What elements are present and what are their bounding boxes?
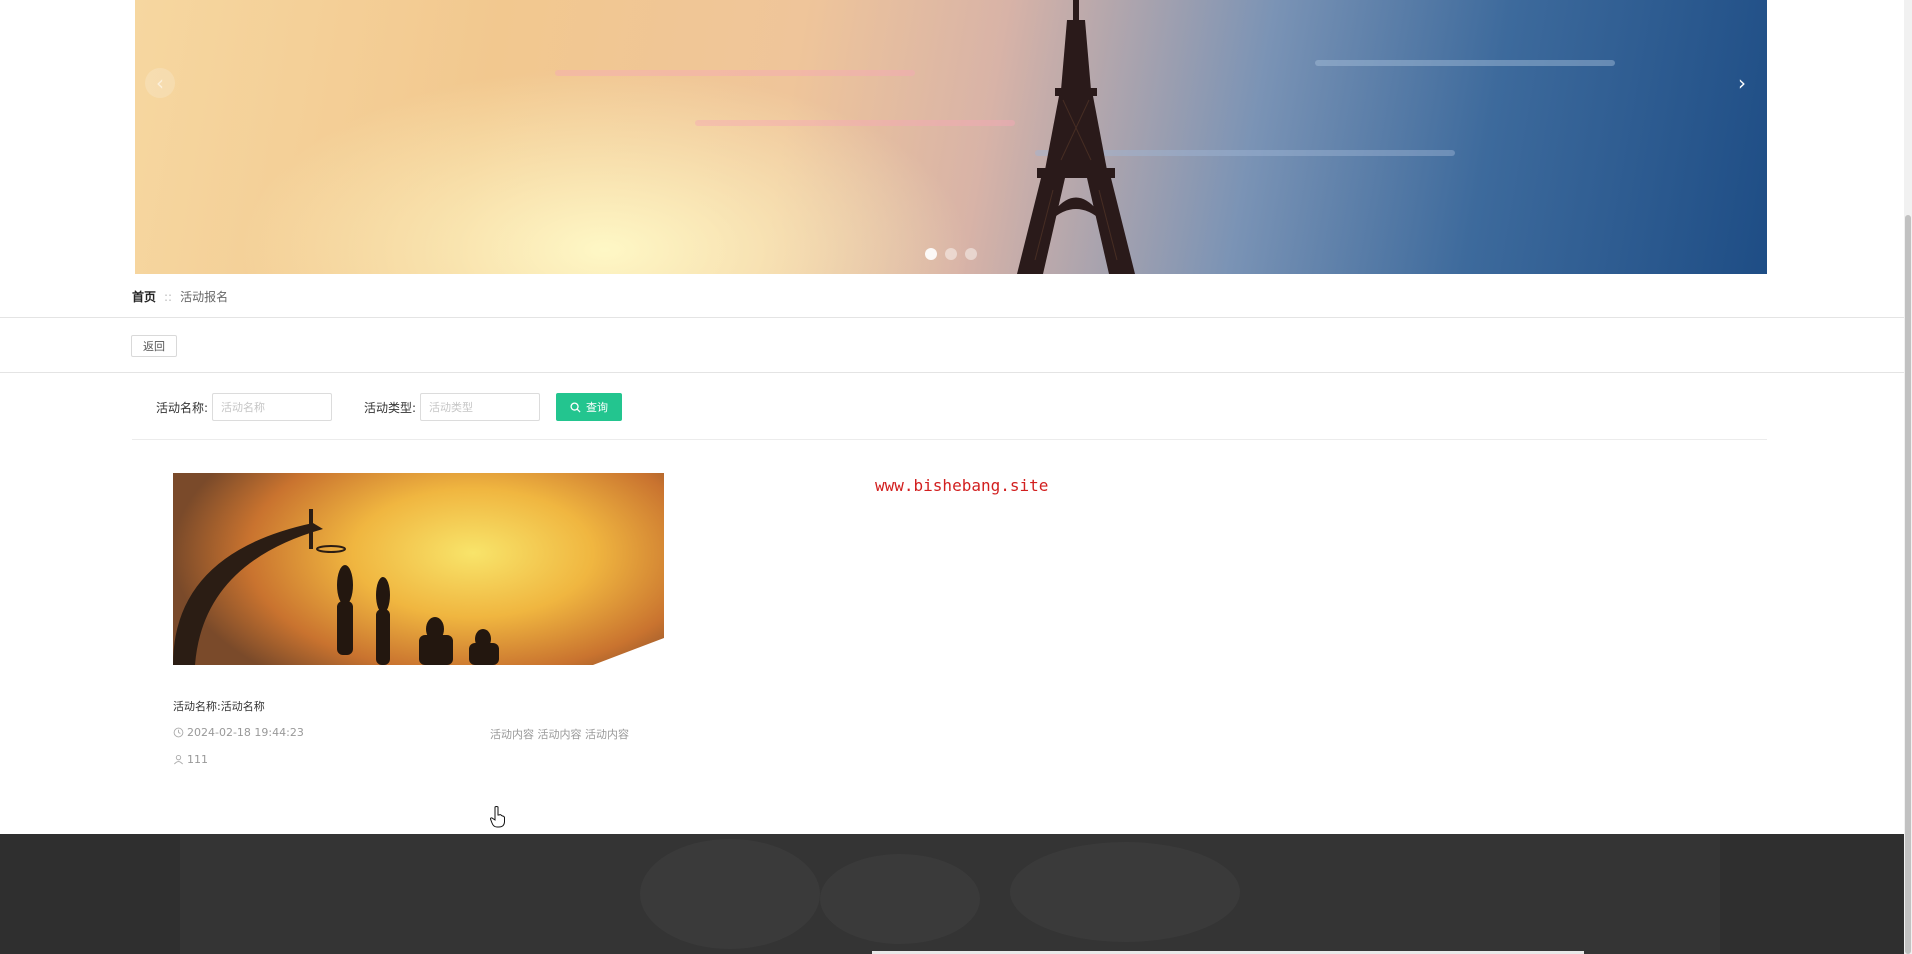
activity-card-time-text: 2024-02-18 19:44:23 — [187, 726, 304, 739]
watermark-text: www.bishebang.site — [875, 476, 1049, 495]
page: ‹ › 首页 :: 活动报名 返回 活动名称: 活动类型: 查询 — [0, 0, 1912, 954]
activity-type-input[interactable] — [420, 393, 540, 421]
carousel-dot[interactable] — [945, 248, 957, 260]
activity-card-count-text: 111 — [187, 753, 208, 766]
cloud-streak — [555, 70, 915, 76]
activity-name-label: 活动名称: — [156, 401, 209, 415]
basketball-silhouette-image — [173, 509, 664, 665]
eiffel-tower-image — [1017, 0, 1135, 274]
divider — [0, 372, 1904, 373]
divider — [0, 317, 1904, 318]
breadcrumb-current: 活动报名 — [180, 290, 229, 304]
activity-card-content: 活动内容 活动内容 活动内容 — [490, 726, 629, 742]
hand-cursor-icon — [490, 806, 505, 828]
activity-card-count: 111 — [173, 753, 208, 766]
user-icon — [174, 755, 183, 765]
breadcrumb: 首页 :: 活动报名 — [132, 288, 228, 305]
search-icon — [570, 401, 581, 413]
breadcrumb-home[interactable]: 首页 — [132, 288, 156, 305]
carousel-next-button[interactable]: › — [1727, 68, 1757, 98]
chevron-right-icon: › — [1738, 71, 1746, 95]
activity-card-title[interactable]: 活动名称:活动名称 — [173, 698, 265, 714]
activity-card-content-text: 活动内容 活动内容 活动内容 — [490, 728, 629, 741]
map-continent — [1010, 842, 1240, 942]
activity-name-input[interactable] — [212, 393, 332, 421]
divider — [132, 439, 1767, 440]
carousel-dot[interactable] — [965, 248, 977, 260]
clock-icon — [173, 727, 184, 738]
banner-carousel[interactable]: ‹ › — [135, 0, 1767, 274]
chevron-left-icon: ‹ — [156, 71, 164, 95]
carousel-prev-button[interactable]: ‹ — [145, 68, 175, 98]
page-scrollbar[interactable] — [1904, 0, 1912, 954]
scrollbar-thumb[interactable] — [1905, 215, 1911, 954]
activity-card-time: 2024-02-18 19:44:23 — [173, 726, 304, 739]
footer — [0, 834, 1904, 954]
search-button-label: 查询 — [586, 401, 608, 414]
carousel-indicators — [925, 248, 977, 260]
search-button[interactable]: 查询 — [556, 393, 622, 421]
back-button[interactable]: 返回 — [131, 335, 177, 357]
activity-type-label: 活动类型: — [364, 401, 417, 415]
activity-card-image[interactable] — [173, 473, 664, 665]
map-continent — [820, 854, 980, 944]
map-continent — [640, 839, 820, 949]
carousel-dot[interactable] — [925, 248, 937, 260]
cloud-streak — [1315, 60, 1615, 66]
breadcrumb-separator: :: — [164, 289, 173, 304]
